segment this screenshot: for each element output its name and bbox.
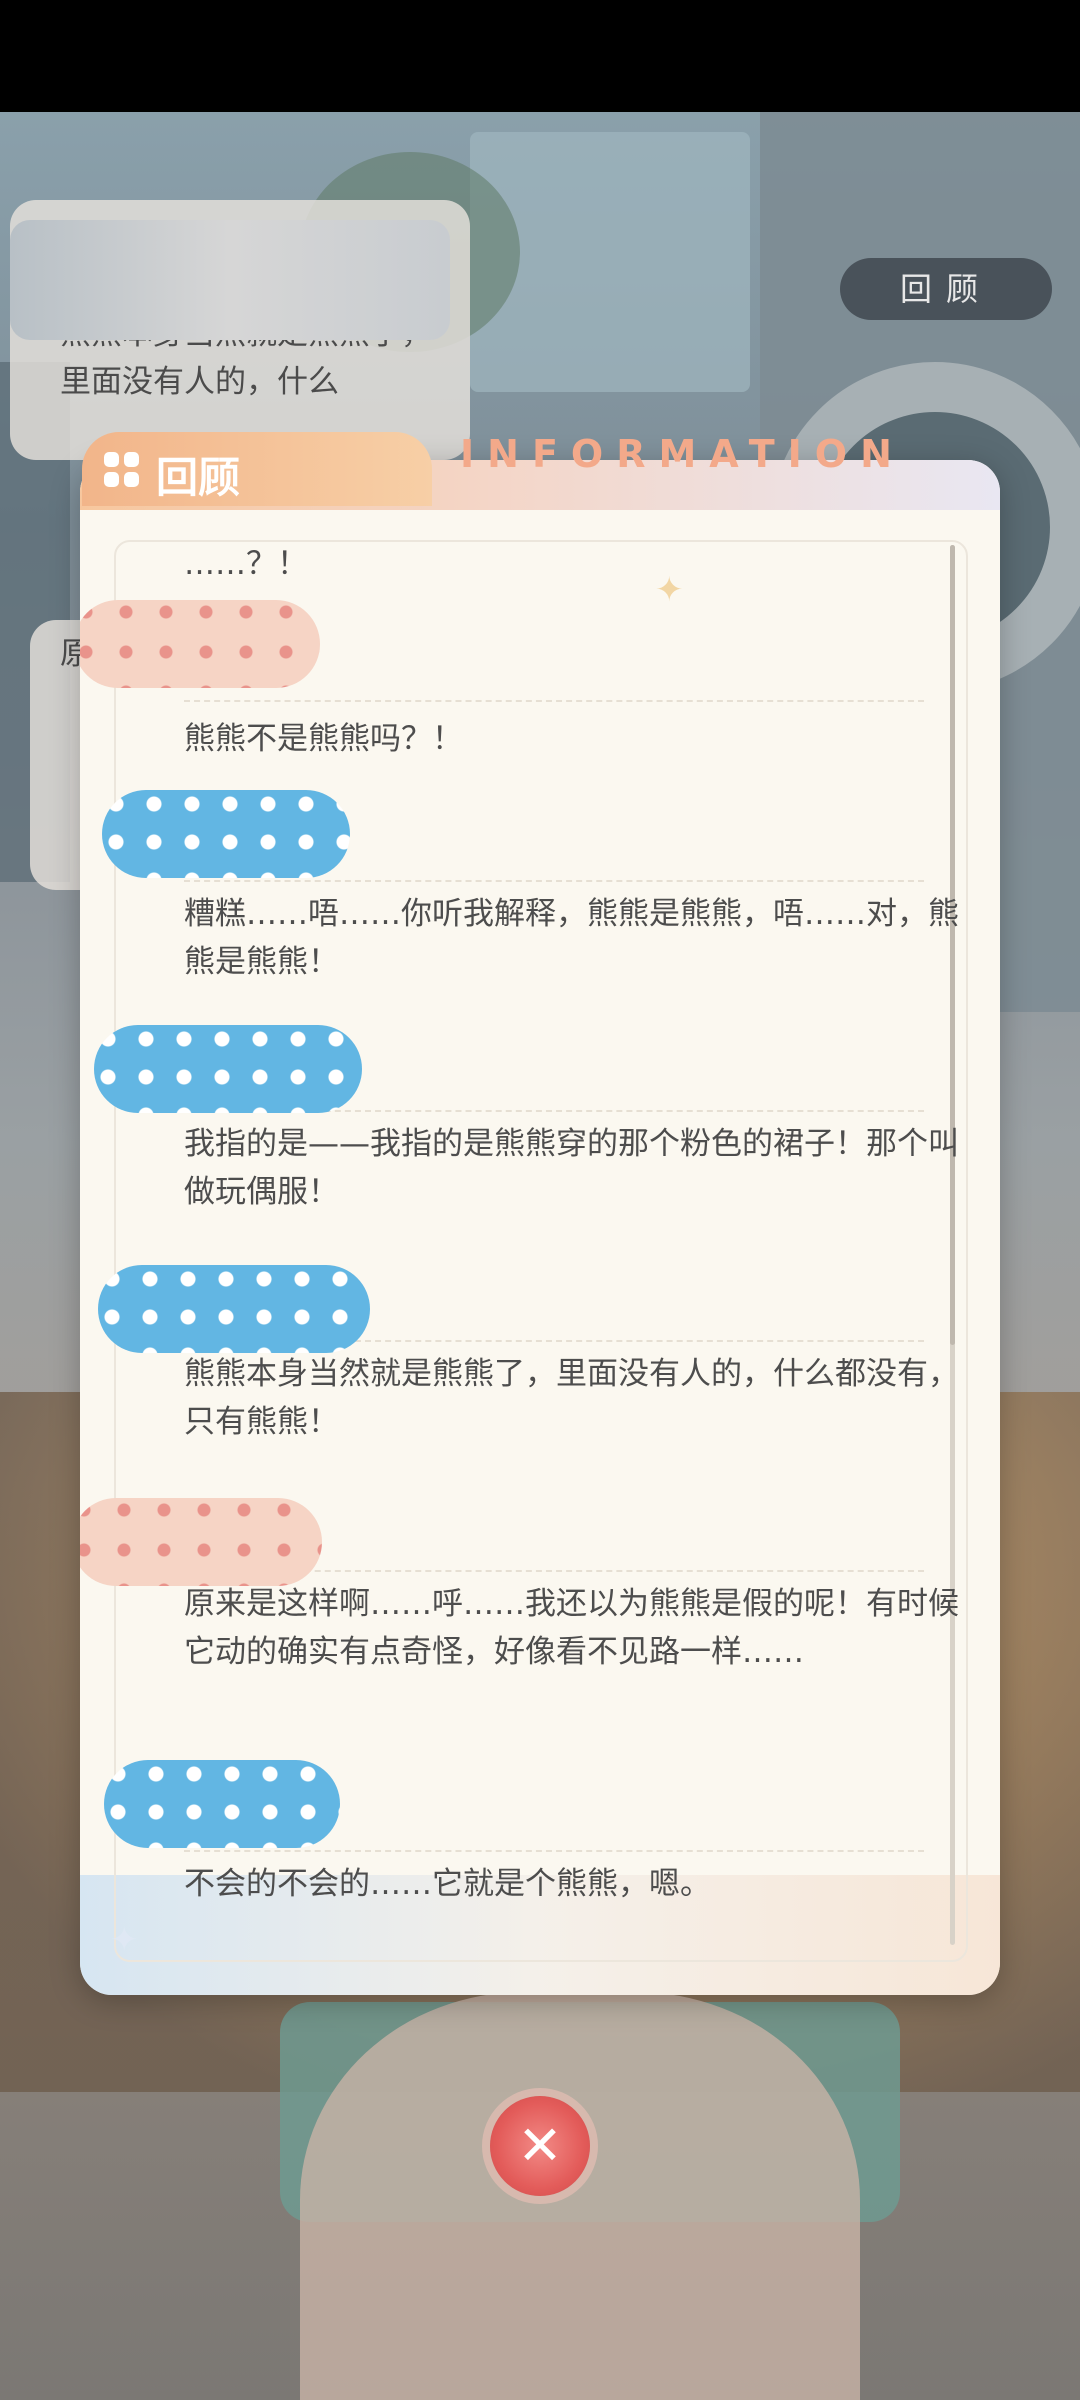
information-decor-text: INFORMATION (460, 432, 905, 476)
speaker-name-redacted (80, 1498, 322, 1586)
character-legs (300, 1992, 860, 2400)
speaker-name-redacted (98, 1265, 370, 1353)
dialog-line: 原来是这样啊……呼……我还以为熊熊是假的呢！有时候它动的确实有点奇怪，好像看不见… (184, 1586, 959, 1670)
close-icon: ✕ (517, 2114, 563, 2177)
dialog-line: 不会的不会的……它就是个熊熊，嗯。 (184, 1866, 711, 1902)
review-dialog: ✦ ✦ ……？！ 熊熊不是熊熊吗？！ 糟糕……唔……你听我解释，熊熊是熊熊，唔…… (80, 460, 1000, 1995)
sparkle-icon: ✦ (110, 1920, 139, 1960)
dialog-line: 糟糕……唔……你听我解释，熊熊是熊熊，唔……对，熊熊是熊熊！ (184, 896, 959, 980)
divider (184, 880, 924, 882)
dialog-line: 熊熊本身当然就是熊熊了，里面没有人的，什么都没有，只有熊熊！ (184, 1356, 959, 1440)
dialog-line: 熊熊不是熊熊吗？！ (184, 721, 463, 757)
pixelated-name (10, 220, 450, 340)
dialog-title: 回顾 (156, 453, 241, 502)
review-button[interactable]: 回顾 (840, 258, 1052, 320)
speaker-name-redacted (104, 1760, 340, 1848)
grid-icon (104, 452, 140, 488)
dialog-line: 我指的是——我指的是熊熊穿的那个粉色的裙子！那个叫做玩偶服！ (184, 1126, 959, 1210)
speaker-name-redacted (80, 600, 320, 688)
divider (184, 700, 924, 702)
divider (184, 1850, 924, 1852)
dialog-line: ……？！ (184, 546, 308, 582)
close-button[interactable]: ✕ (490, 2096, 590, 2196)
speaker-name-redacted (102, 790, 350, 878)
background-chat-bubble: 熊熊本身当然就是熊熊了，里面没有人的，什么 (10, 200, 470, 460)
status-bar (0, 0, 1080, 112)
speaker-name-redacted (94, 1025, 362, 1113)
